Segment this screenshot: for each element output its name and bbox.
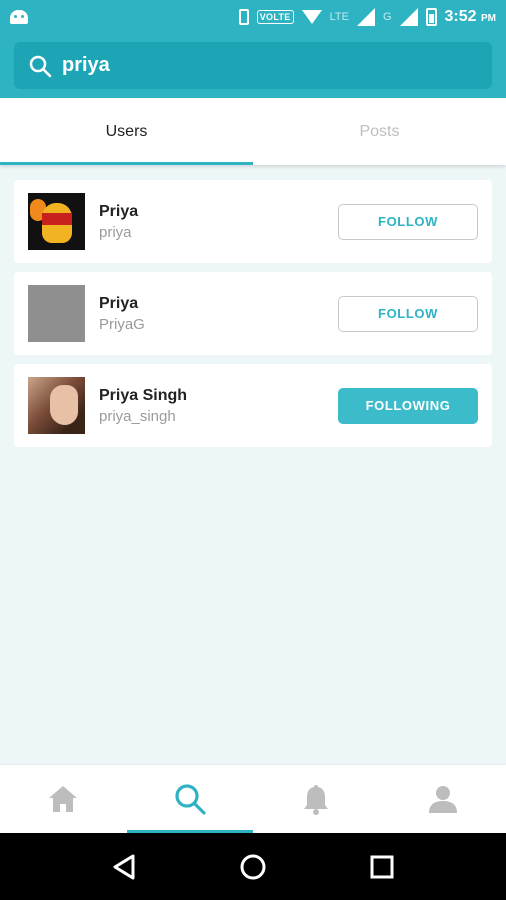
user-list: Priya priya FOLLOW Priya PriyaG FOLLOW P… bbox=[14, 180, 492, 456]
user-name: Priya bbox=[99, 294, 139, 312]
signal-icon bbox=[356, 8, 375, 26]
bell-icon bbox=[304, 785, 329, 815]
status-bar: VOLTE LTE G 3:52 PM bbox=[0, 0, 506, 34]
nav-notifications[interactable] bbox=[253, 765, 380, 833]
clock: 3:52 PM bbox=[444, 8, 496, 25]
user-handle: priya bbox=[99, 223, 132, 241]
user-name: Priya Singh bbox=[99, 386, 188, 404]
bottom-nav bbox=[0, 765, 506, 833]
profile-icon bbox=[428, 786, 457, 813]
list-item[interactable]: Priya Singh priya_singh FOLLOWING bbox=[14, 364, 492, 447]
search-icon bbox=[175, 784, 206, 815]
search-icon bbox=[29, 55, 52, 77]
nav-profile[interactable] bbox=[380, 765, 506, 833]
header bbox=[0, 34, 506, 98]
avatar[interactable] bbox=[28, 193, 85, 250]
user-handle: PriyaG bbox=[99, 315, 145, 333]
home-icon bbox=[49, 786, 78, 812]
nav-home[interactable] bbox=[0, 765, 127, 833]
home-circle-icon[interactable] bbox=[238, 852, 268, 882]
avatar[interactable] bbox=[28, 377, 85, 434]
vibrate-icon bbox=[238, 9, 249, 25]
system-nav-bar bbox=[0, 833, 506, 900]
wifi-icon bbox=[301, 10, 322, 24]
g-label: G bbox=[382, 11, 392, 23]
volte-badge: VOLTE bbox=[256, 10, 294, 24]
back-icon[interactable] bbox=[109, 852, 139, 882]
user-handle: priya_singh bbox=[99, 407, 176, 425]
user-name: Priya bbox=[99, 202, 139, 220]
tab-posts[interactable]: Posts bbox=[253, 98, 506, 165]
tab-users[interactable]: Users bbox=[0, 98, 253, 165]
follow-button[interactable]: FOLLOW bbox=[338, 203, 478, 240]
signal-icon-2 bbox=[399, 8, 418, 26]
avatar[interactable] bbox=[28, 285, 85, 342]
list-item[interactable]: Priya priya FOLLOW bbox=[14, 180, 492, 263]
list-item[interactable]: Priya PriyaG FOLLOW bbox=[14, 272, 492, 355]
recents-icon[interactable] bbox=[367, 852, 397, 882]
tab-bar: Users Posts bbox=[0, 98, 506, 165]
following-button[interactable]: FOLLOWING bbox=[338, 387, 478, 424]
battery-icon bbox=[425, 8, 437, 26]
lte-label: LTE bbox=[329, 11, 349, 23]
search-box[interactable] bbox=[14, 42, 492, 89]
nav-search[interactable] bbox=[126, 765, 254, 833]
android-notification-icon bbox=[10, 10, 28, 24]
follow-button[interactable]: FOLLOW bbox=[338, 295, 478, 332]
search-input[interactable] bbox=[62, 54, 462, 77]
